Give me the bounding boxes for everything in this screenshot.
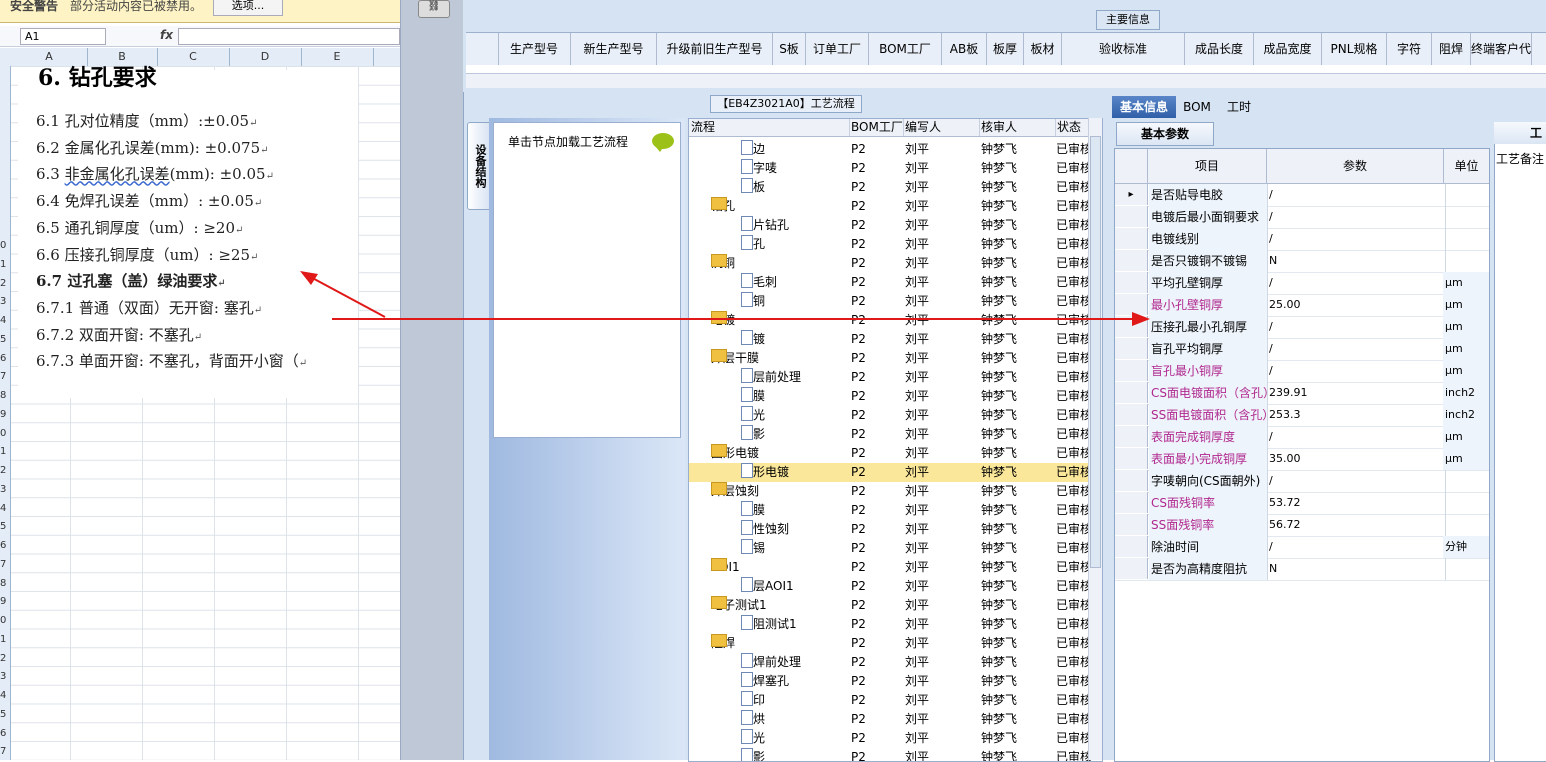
arrow-head-right bbox=[1132, 312, 1150, 326]
annotation-arrows bbox=[300, 271, 1150, 326]
arrow-line-left bbox=[304, 273, 386, 318]
arrow-head-left bbox=[300, 271, 318, 285]
